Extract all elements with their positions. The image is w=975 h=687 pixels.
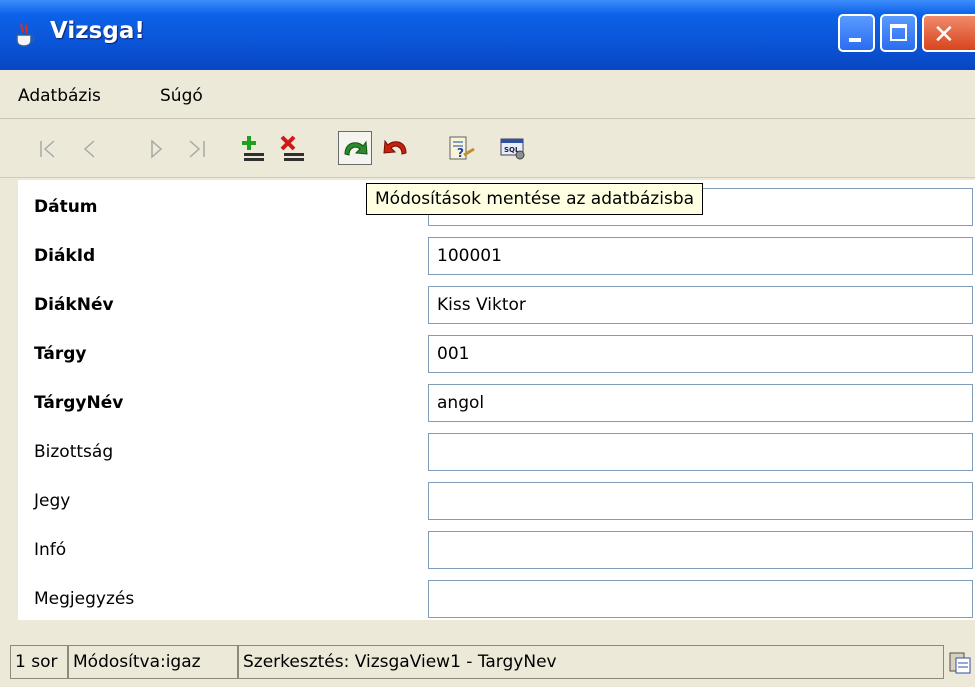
window-title: Vizsga! — [50, 18, 145, 44]
label-datum: Dátum — [34, 197, 98, 217]
label-diaknev: DiákNév — [34, 295, 114, 315]
minimize-button[interactable] — [838, 14, 875, 52]
status-editing: Szerkesztés: VizsgaView1 - TargyNev — [238, 645, 944, 679]
status-bar: 1 sor Módosítva:igaz Szerkesztés: Vizsga… — [0, 635, 975, 687]
field-diaknev[interactable]: Kiss Viktor — [428, 286, 973, 324]
field-targy[interactable]: 001 — [428, 335, 973, 373]
query-icon: ? — [449, 136, 475, 160]
menu-adatbazis[interactable]: Adatbázis — [18, 86, 101, 106]
last-record-icon — [189, 140, 205, 158]
maximize-icon — [890, 24, 907, 41]
first-record-button[interactable] — [32, 131, 66, 165]
label-targynev: TárgyNév — [34, 393, 124, 413]
field-targynev[interactable]: angol — [428, 384, 973, 422]
sql-icon: SQL — [500, 138, 525, 160]
toolbar: ? SQL — [0, 119, 975, 178]
last-record-button[interactable] — [180, 131, 214, 165]
app-window: Vizsga! ✕ Adatbázis Súgó ? SQL Dátum Diá… — [0, 0, 975, 687]
label-megjegyzes: Megjegyzés — [34, 589, 135, 609]
delete-record-icon — [280, 135, 304, 161]
label-info: Infó — [34, 540, 67, 560]
undo-changes-icon — [383, 139, 407, 155]
save-changes-icon — [344, 140, 368, 156]
previous-record-icon — [83, 140, 95, 158]
record-form: Dátum DiákId 100001 DiákNév Kiss Viktor … — [18, 180, 975, 620]
clipboard-icon[interactable] — [948, 649, 972, 675]
status-modified: Módosítva:igaz — [68, 645, 238, 679]
save-changes-button[interactable] — [338, 131, 372, 165]
insert-record-icon — [242, 136, 264, 161]
java-cup-icon — [16, 23, 35, 47]
sql-button[interactable]: SQL — [496, 131, 530, 165]
field-megjegyzes[interactable] — [428, 580, 973, 618]
field-diakid[interactable]: 100001 — [428, 237, 973, 275]
label-jegy: Jegy — [34, 491, 71, 511]
field-info[interactable] — [428, 531, 973, 569]
next-record-button[interactable] — [140, 131, 174, 165]
label-diakid: DiákId — [34, 246, 96, 266]
close-button[interactable]: ✕ — [922, 14, 975, 52]
previous-record-button[interactable] — [72, 131, 106, 165]
menu-bar: Adatbázis Súgó — [0, 70, 975, 119]
next-record-icon — [151, 139, 163, 159]
undo-changes-button[interactable] — [378, 131, 412, 165]
field-jegy[interactable] — [428, 482, 973, 520]
svg-text:?: ? — [457, 146, 464, 160]
insert-record-button[interactable] — [236, 131, 270, 165]
label-targy: Tárgy — [34, 344, 87, 364]
menu-sugo[interactable]: Súgó — [160, 86, 203, 106]
first-record-icon — [40, 140, 55, 158]
field-bizottsag[interactable] — [428, 433, 973, 471]
close-icon: ✕ — [933, 20, 955, 50]
label-bizottsag: Bizottság — [34, 442, 114, 462]
delete-record-button[interactable] — [276, 131, 310, 165]
query-button[interactable]: ? — [444, 131, 478, 165]
minimize-icon — [849, 38, 861, 42]
title-bar[interactable]: Vizsga! ✕ — [0, 0, 975, 70]
maximize-button[interactable] — [880, 14, 917, 52]
status-rows: 1 sor — [10, 645, 68, 679]
save-tooltip: Módosítások mentése az adatbázisba — [366, 183, 704, 215]
